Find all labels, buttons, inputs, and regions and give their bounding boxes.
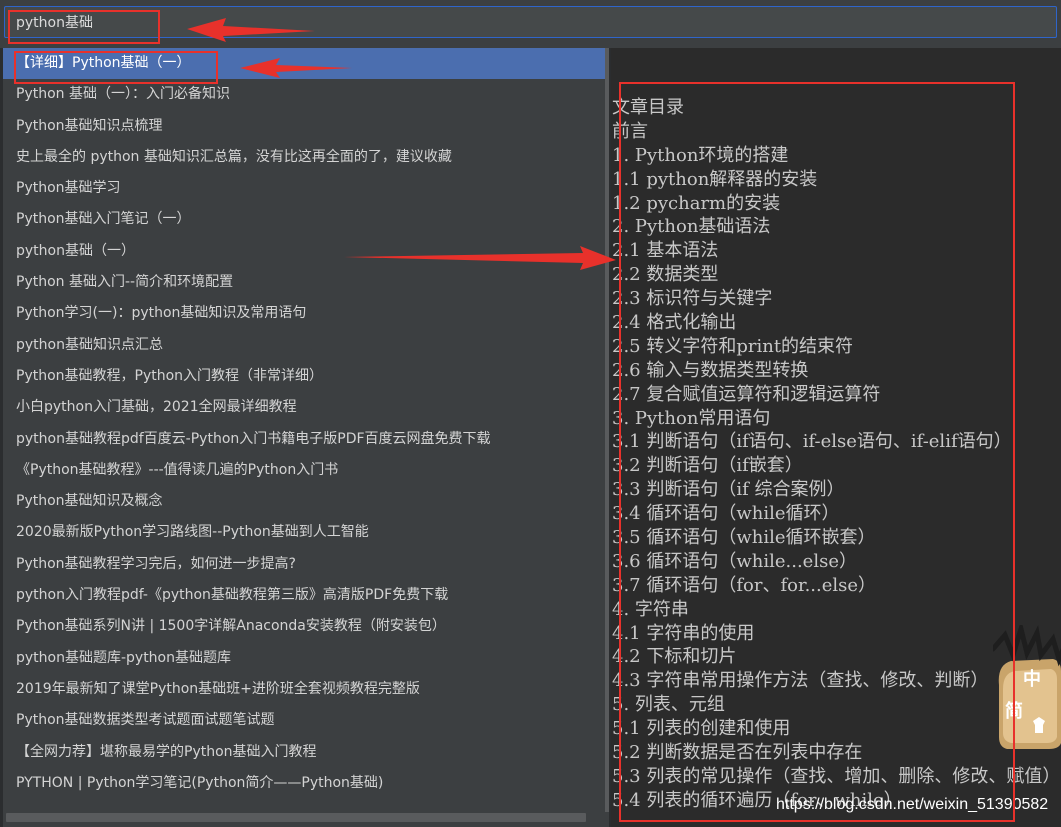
annotation-arrow-search [187, 18, 315, 42]
annotation-arrow-preview [344, 246, 616, 270]
annotation-arrows [187, 18, 616, 270]
annotation-arrow-selected [240, 58, 352, 78]
